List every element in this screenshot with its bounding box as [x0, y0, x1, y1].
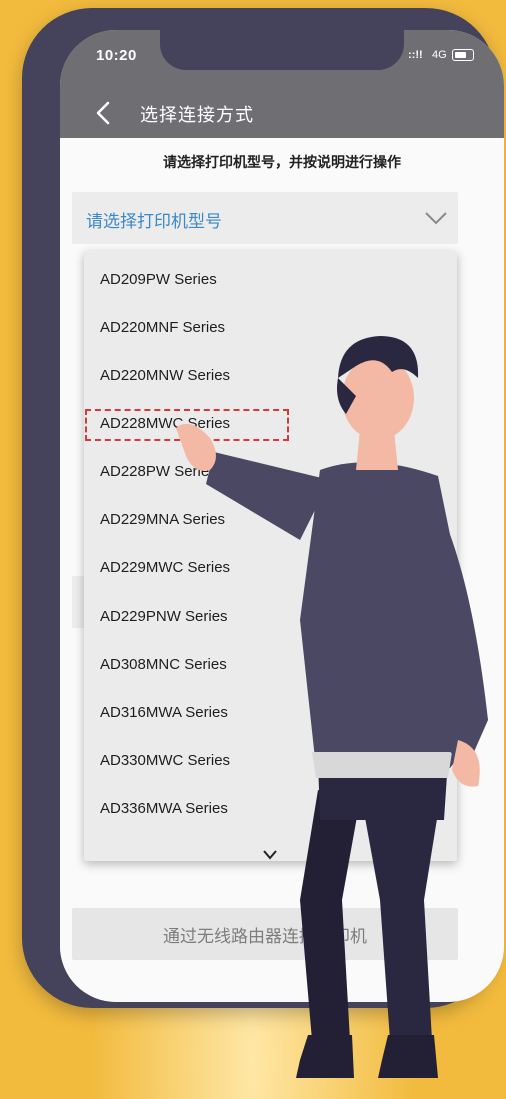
- status-time: 10:20: [96, 47, 137, 64]
- nav-bar: 选择连接方式: [60, 88, 504, 138]
- chevron-down-icon: [425, 212, 447, 225]
- dropdown-option[interactable]: AD229MWC Series: [100, 559, 230, 576]
- battery-icon: [452, 49, 474, 61]
- page-title: 选择连接方式: [140, 105, 254, 126]
- printer-model-dropdown[interactable]: AD209PW Series AD220MNF Series AD220MNW …: [84, 251, 457, 861]
- dropdown-option[interactable]: AD229MNA Series: [100, 511, 225, 528]
- dropdown-option[interactable]: AD308MNC Series: [100, 656, 227, 673]
- scroll-chevron-icon[interactable]: [262, 849, 278, 861]
- network-type: 4G: [432, 49, 447, 61]
- dropdown-option[interactable]: AD220MNW Series: [100, 367, 230, 384]
- dropdown-option[interactable]: AD336MWA Series: [100, 800, 228, 817]
- dropdown-option[interactable]: AD209PW Series: [100, 271, 217, 288]
- dropdown-option[interactable]: AD316MWA Series: [100, 704, 228, 721]
- status-bar: 10:20 ::!! 4G: [60, 30, 504, 88]
- phone-screen: 10:20 ::!! 4G 选择连接方式 请选择打印机型号，并按说明进行操作 请…: [60, 30, 504, 1002]
- dropdown-option[interactable]: AD220MNF Series: [100, 319, 225, 336]
- dropdown-option[interactable]: AD228PW Series: [100, 463, 217, 480]
- phone-frame: 10:20 ::!! 4G 选择连接方式 请选择打印机型号，并按说明进行操作 请…: [22, 8, 504, 1008]
- instruction-text: 请选择打印机型号，并按说明进行操作: [163, 155, 401, 171]
- printer-model-placeholder: 请选择打印机型号: [86, 212, 222, 232]
- dropdown-option[interactable]: AD229PNW Series: [100, 608, 228, 625]
- printer-model-select[interactable]: 请选择打印机型号: [72, 192, 458, 244]
- back-icon[interactable]: [90, 99, 118, 127]
- phone-notch: [160, 30, 404, 70]
- wifi-router-connect-button[interactable]: 通过无线路由器连接打印机: [72, 908, 458, 960]
- dropdown-option-highlighted[interactable]: AD228MWC Series: [100, 415, 230, 432]
- dropdown-option[interactable]: AD330MWC Series: [100, 752, 230, 769]
- signal-icon: ::!!: [408, 49, 423, 61]
- main-content: 请选择打印机型号，并按说明进行操作 请选择打印机型号 AD209PW Serie…: [60, 138, 504, 1002]
- wifi-router-connect-label: 通过无线路由器连接打印机: [163, 927, 367, 947]
